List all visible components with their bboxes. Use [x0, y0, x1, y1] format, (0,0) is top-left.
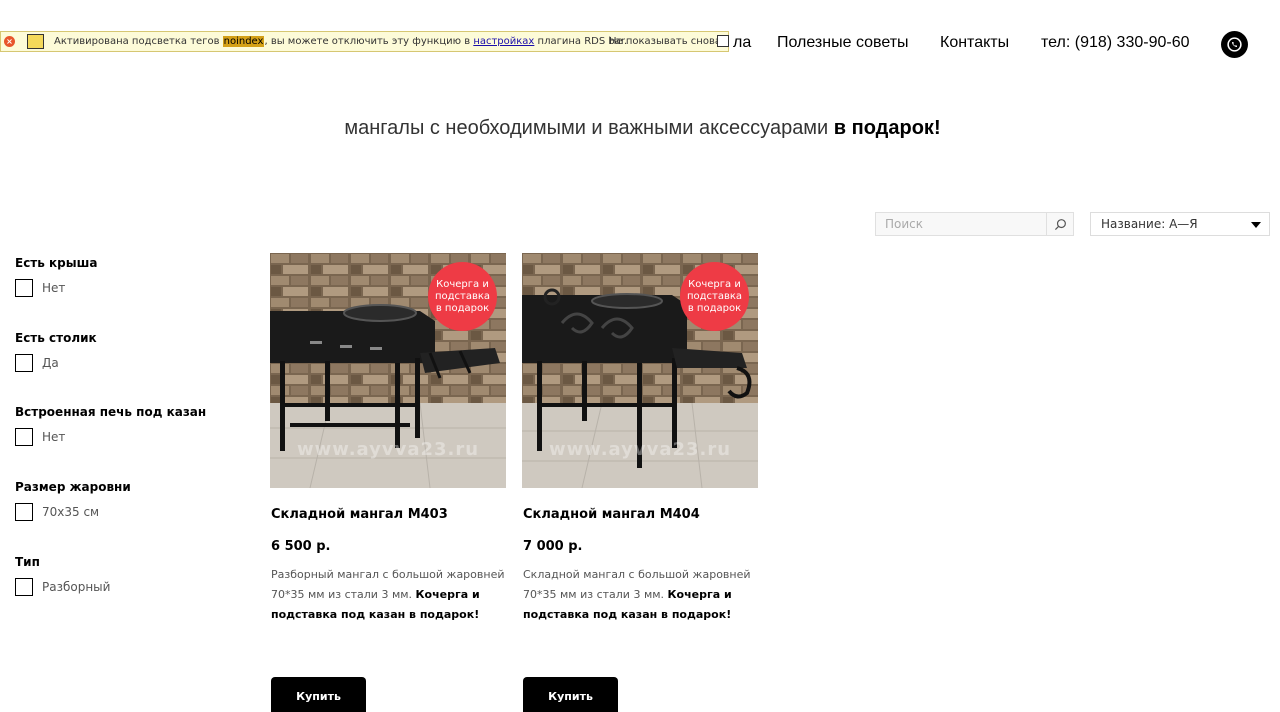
product-card: Кочерга и подставка в подарок www.ayvva2… [522, 253, 758, 712]
product-card: Кочерга и подставка в подарок www.ayvva2… [270, 253, 506, 712]
phone-number[interactable]: тел: (918) 330-90-60 [1041, 34, 1189, 52]
buy-button[interactable]: Купить [523, 677, 618, 712]
rds-hide-checkbox[interactable] [717, 35, 729, 47]
product-title[interactable]: Складной мангал М404 [523, 507, 700, 522]
rds-notice-text: Активирована подсветка тегов noindex, вы… [54, 36, 628, 47]
search-icon[interactable] [1046, 213, 1073, 235]
gift-badge: Кочерга и подставка в подарок [428, 262, 497, 331]
filter-option[interactable]: Нет [15, 428, 65, 446]
rds-bar-notice: × Активирована подсветка тегов noindex, … [0, 31, 729, 52]
filter-group-type: Тип Разборный [15, 555, 110, 596]
filter-checkbox[interactable] [15, 279, 33, 297]
product-image[interactable]: Кочерга и подставка в подарок www.ayvva2… [522, 253, 758, 488]
filter-title: Есть столик [15, 331, 97, 345]
filter-checkbox[interactable] [15, 354, 33, 372]
filter-checkbox[interactable] [15, 578, 33, 596]
search-box [875, 212, 1074, 236]
noindex-highlight: noindex [222, 36, 265, 47]
filter-option[interactable]: Да [15, 354, 59, 372]
close-icon[interactable]: × [4, 36, 15, 47]
whatsapp-glyph-icon [1227, 37, 1242, 52]
filter-option[interactable]: 70х35 см [15, 503, 99, 521]
whatsapp-icon[interactable] [1221, 31, 1248, 58]
filter-group-roof: Есть крыша Нет [15, 256, 98, 297]
sort-select[interactable]: Название: А—Я [1090, 212, 1270, 236]
filter-checkbox[interactable] [15, 428, 33, 446]
filter-option[interactable]: Нет [15, 279, 65, 297]
filter-group-stove: Встроенная печь под казан Нет [15, 405, 207, 446]
nav-item-partial[interactable]: ла [733, 34, 751, 52]
filter-option-label: Нет [42, 281, 66, 295]
nav-item-tips[interactable]: Полезные советы [777, 34, 909, 52]
filter-group-size: Размер жаровни 70х35 см [15, 480, 131, 521]
filter-option[interactable]: Разборный [15, 578, 110, 596]
product-title[interactable]: Складной мангал М403 [271, 507, 448, 522]
search-input[interactable] [876, 213, 1046, 235]
hero-subtitle: мангалы с необходимыми и важными аксессу… [344, 117, 941, 139]
product-price: 6 500 р. [271, 539, 331, 554]
filter-option-label: Да [42, 356, 59, 370]
chevron-down-icon [1251, 222, 1261, 228]
filter-group-table: Есть столик Да [15, 331, 97, 372]
product-price: 7 000 р. [523, 539, 583, 554]
rds-logo-icon [27, 34, 44, 49]
gift-badge: Кочерга и подставка в подарок [680, 262, 749, 331]
sort-selected-value: Название: А—Я [1101, 217, 1198, 231]
filter-title: Тип [15, 555, 40, 569]
filter-title: Встроенная печь под казан [15, 405, 207, 419]
buy-button[interactable]: Купить [271, 677, 366, 712]
product-description: Складной мангал с большой жаровней 70*35… [523, 568, 751, 621]
magnifier-icon [1054, 218, 1066, 230]
filter-option-label: Нет [42, 430, 66, 444]
rds-hide-label: Не показывать снова [609, 36, 721, 47]
photo-watermark: www.ayvva23.ru [296, 439, 480, 460]
product-description: Разборный мангал с большой жаровней 70*3… [271, 568, 505, 621]
filter-option-label: 70х35 см [42, 505, 100, 519]
photo-watermark: www.ayvva23.ru [548, 439, 732, 460]
nav-item-contacts[interactable]: Контакты [940, 34, 1009, 52]
filter-option-label: Разборный [42, 580, 111, 594]
rds-settings-link[interactable]: настройках [473, 36, 534, 47]
filter-checkbox[interactable] [15, 503, 33, 521]
hero-bold: в подарок! [833, 117, 941, 139]
filter-title: Есть крыша [15, 256, 98, 270]
product-image[interactable]: Кочерга и подставка в подарок www.ayvva2… [270, 253, 506, 488]
filter-title: Размер жаровни [15, 480, 131, 494]
